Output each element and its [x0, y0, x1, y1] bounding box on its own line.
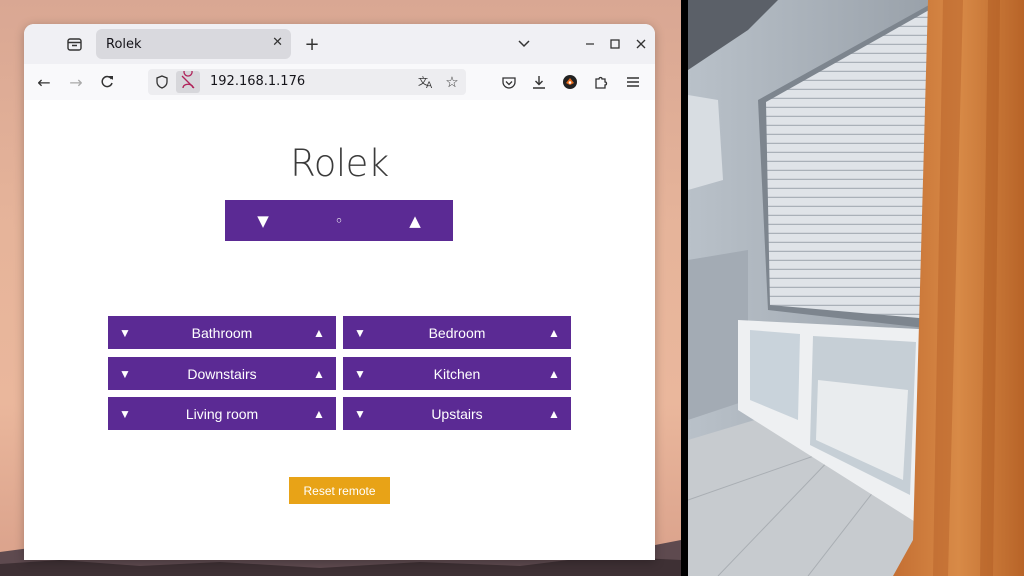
- room-control-living-room: ▼ Living room ▲: [108, 397, 336, 430]
- tab-title: Rolek: [106, 36, 142, 52]
- reload-icon[interactable]: [95, 70, 119, 94]
- extensions-puzzle-icon[interactable]: [590, 70, 612, 94]
- bathroom-stop-button[interactable]: Bathroom: [142, 316, 302, 349]
- bathroom-down-button[interactable]: ▼: [108, 316, 142, 349]
- upstairs-down-button[interactable]: ▼: [343, 397, 377, 430]
- room-control-upstairs: ▼ Upstairs ▲: [343, 397, 571, 430]
- downstairs-up-button[interactable]: ▲: [302, 357, 336, 390]
- bedroom-stop-button[interactable]: Bedroom: [377, 316, 537, 349]
- all-up-button[interactable]: ▲: [377, 200, 453, 241]
- reset-remote-button[interactable]: Reset remote: [289, 477, 390, 504]
- downstairs-stop-button[interactable]: Downstairs: [142, 357, 302, 390]
- room-control-bedroom: ▼ Bedroom ▲: [343, 316, 571, 349]
- bookmark-star-icon[interactable]: ☆: [442, 72, 462, 92]
- translate-icon[interactable]: 文A: [416, 72, 436, 92]
- browser-window: Rolek ✕ + ← → 192.168.1.176 文 A ☆ Rolek …: [24, 24, 655, 560]
- all-down-button[interactable]: ▼: [225, 200, 301, 241]
- frame-divider: [681, 0, 688, 576]
- chevron-down-icon[interactable]: [512, 32, 536, 56]
- kitchen-up-button[interactable]: ▲: [537, 357, 571, 390]
- upstairs-up-button[interactable]: ▲: [537, 397, 571, 430]
- site-permissions-icon[interactable]: [176, 67, 200, 93]
- room-control-kitchen: ▼ Kitchen ▲: [343, 357, 571, 390]
- pocket-icon[interactable]: [498, 70, 520, 94]
- url-text: 192.168.1.176: [210, 74, 306, 89]
- upstairs-stop-button[interactable]: Upstairs: [377, 397, 537, 430]
- master-control-bar: ▼ ◦ ▲: [225, 200, 453, 241]
- kitchen-stop-button[interactable]: Kitchen: [377, 357, 537, 390]
- bathroom-up-button[interactable]: ▲: [302, 316, 336, 349]
- tab-rolek[interactable]: Rolek ✕: [96, 29, 291, 59]
- download-icon[interactable]: [528, 70, 550, 94]
- room-control-downstairs: ▼ Downstairs ▲: [108, 357, 336, 390]
- bedroom-down-button[interactable]: ▼: [343, 316, 377, 349]
- bedroom-up-button[interactable]: ▲: [537, 316, 571, 349]
- svg-text:A: A: [426, 81, 433, 89]
- maximize-icon[interactable]: [604, 32, 626, 56]
- new-tab-icon[interactable]: +: [300, 32, 324, 56]
- downstairs-down-button[interactable]: ▼: [108, 357, 142, 390]
- tab-overview-icon[interactable]: [62, 32, 86, 56]
- page-content: Rolek ▼ ◦ ▲ ▼ Bathroom ▲ ▼ Bedroom ▲ ▼ D…: [24, 100, 655, 560]
- photo-illustration: [688, 0, 1024, 576]
- living-room-stop-button[interactable]: Living room: [142, 397, 302, 430]
- living-room-up-button[interactable]: ▲: [302, 397, 336, 430]
- navigation-bar: ← → 192.168.1.176 文A ☆: [24, 64, 655, 100]
- minimize-icon[interactable]: [579, 32, 601, 56]
- forward-arrow-icon[interactable]: →: [64, 70, 88, 94]
- roller-shutter-photo: [688, 0, 1024, 576]
- shield-icon[interactable]: [152, 72, 172, 92]
- room-control-bathroom: ▼ Bathroom ▲: [108, 316, 336, 349]
- kitchen-down-button[interactable]: ▼: [343, 357, 377, 390]
- hamburger-menu-icon[interactable]: [622, 70, 644, 94]
- all-stop-button[interactable]: ◦: [301, 200, 377, 241]
- url-bar[interactable]: 192.168.1.176 文A ☆: [148, 67, 466, 95]
- extension-fox-icon[interactable]: [559, 70, 581, 94]
- close-window-icon[interactable]: [630, 32, 652, 56]
- close-tab-icon[interactable]: ✕: [272, 35, 283, 50]
- tab-bar: Rolek ✕ +: [24, 24, 655, 64]
- back-arrow-icon[interactable]: ←: [32, 70, 56, 94]
- living-room-down-button[interactable]: ▼: [108, 397, 142, 430]
- page-title: Rolek: [290, 142, 389, 185]
